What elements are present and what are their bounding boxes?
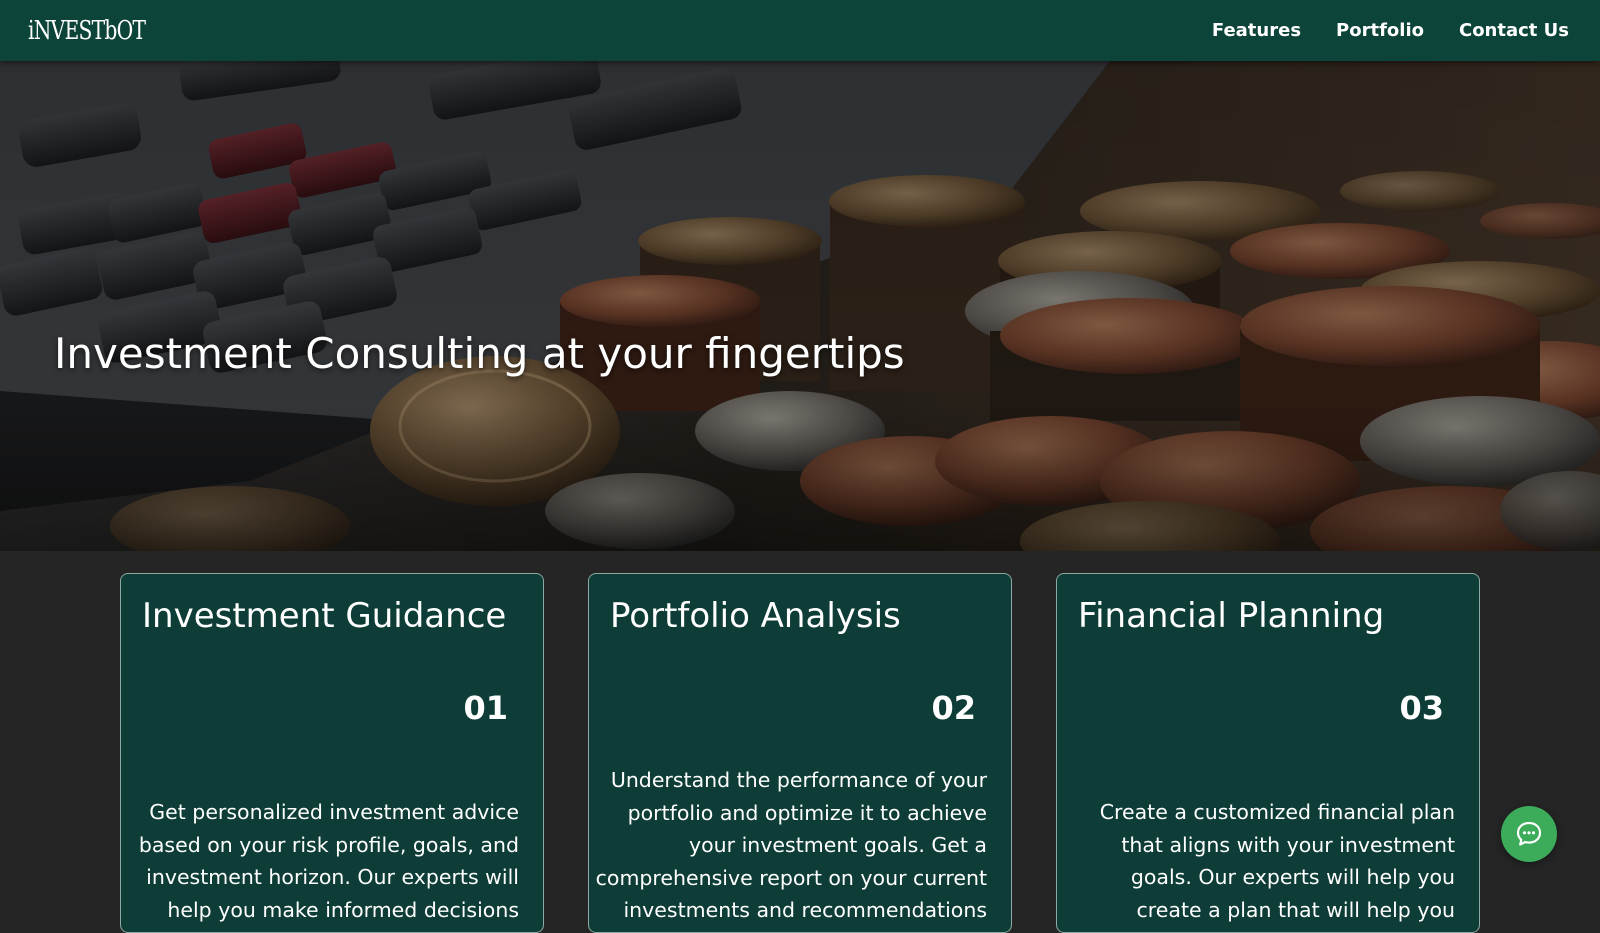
card-description: Get personalized investment advice based… xyxy=(138,800,519,932)
card-description: Understand the performance of your portf… xyxy=(595,768,987,932)
nav-links: Features Portfolio Contact Us xyxy=(1212,0,1569,61)
card-title: Investment Guidance xyxy=(142,596,507,636)
feature-card-financial-planning[interactable]: Financial Planning 03 Create a customize… xyxy=(1056,573,1480,933)
top-navbar: iNVESTbOT Features Portfolio Contact Us xyxy=(0,0,1600,61)
feature-card-portfolio-analysis[interactable]: Portfolio Analysis 02 Understand the per… xyxy=(588,573,1012,933)
hero-banner: Investment Consulting at your fingertips xyxy=(0,61,1600,551)
hero-background-image xyxy=(0,61,1600,551)
hero-title: Investment Consulting at your fingertips xyxy=(54,329,905,378)
card-number: 01 xyxy=(463,689,508,727)
card-description: Create a customized financial plan that … xyxy=(1099,800,1455,932)
card-number: 03 xyxy=(1399,689,1444,727)
chat-bubble-icon xyxy=(1516,821,1542,846)
nav-link-portfolio[interactable]: Portfolio xyxy=(1336,20,1424,41)
feature-card-investment-guidance[interactable]: Investment Guidance 01 Get personalized … xyxy=(120,573,544,933)
nav-link-contact-us[interactable]: Contact Us xyxy=(1459,20,1569,41)
brand-logo[interactable]: iNVESTbOT xyxy=(28,14,146,48)
card-number: 02 xyxy=(931,689,976,727)
chat-button[interactable] xyxy=(1501,806,1557,862)
card-title: Portfolio Analysis xyxy=(610,596,901,636)
nav-link-features[interactable]: Features xyxy=(1212,20,1301,41)
card-title: Financial Planning xyxy=(1078,596,1385,636)
